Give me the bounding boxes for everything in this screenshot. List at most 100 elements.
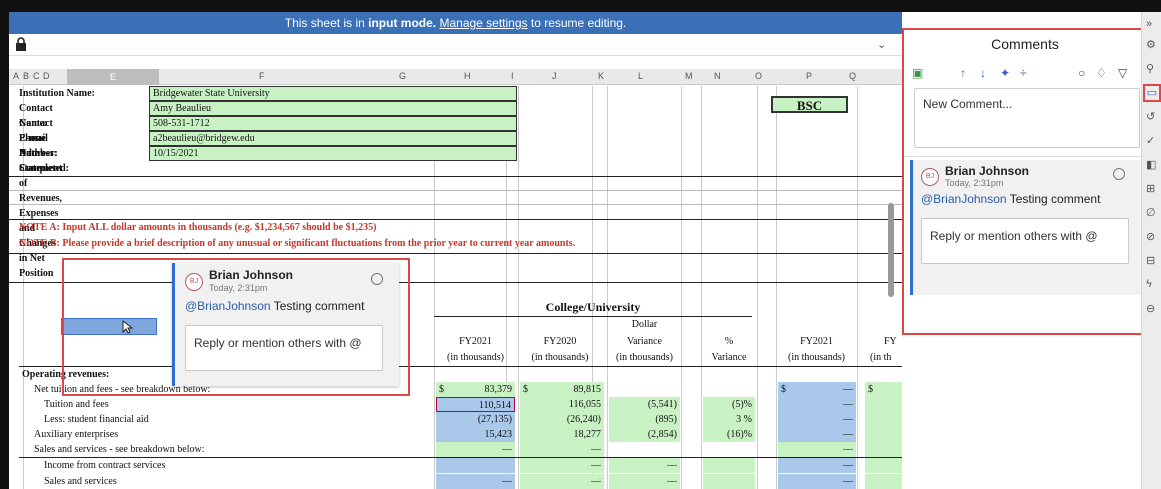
- cell-q[interactable]: [865, 427, 902, 442]
- cell-p[interactable]: —: [778, 442, 856, 457]
- comment-card[interactable]: BJ Brian Johnson Today, 2:31pm @BrianJoh…: [910, 160, 1144, 295]
- bell-icon[interactable]: ♢: [1096, 66, 1107, 80]
- cell-h[interactable]: 15,423: [436, 427, 515, 442]
- cell-q[interactable]: [865, 442, 902, 457]
- expand-icon[interactable]: ✦: [1000, 66, 1010, 80]
- cell-h[interactable]: —: [436, 442, 515, 457]
- vertical-scrollbar[interactable]: [888, 203, 894, 297]
- cell-j[interactable]: $89,815: [520, 382, 604, 397]
- col-f[interactable]: F: [259, 71, 265, 81]
- cell-h[interactable]: [436, 458, 515, 473]
- cell-h[interactable]: —: [436, 474, 515, 489]
- forms-list-icon[interactable]: ⊟: [1146, 254, 1155, 267]
- resolve-icon[interactable]: [371, 273, 383, 285]
- cell-h[interactable]: 110,514: [436, 397, 515, 412]
- institution-field[interactable]: Bridgewater State University: [149, 86, 517, 101]
- resolve-filter-icon[interactable]: ○: [1078, 66, 1085, 80]
- col-a[interactable]: A: [13, 71, 19, 81]
- comment-mention[interactable]: @BrianJohnson: [921, 192, 1007, 206]
- col-j[interactable]: J: [552, 71, 557, 81]
- cell-q[interactable]: $: [865, 382, 902, 397]
- formula-bar[interactable]: ⌄: [9, 34, 902, 56]
- avatar: BJ: [921, 168, 939, 186]
- link-icon[interactable]: ⚲: [1146, 62, 1154, 75]
- col-d[interactable]: D: [43, 71, 50, 81]
- gear-icon[interactable]: ⚙: [1146, 38, 1156, 51]
- cell-j[interactable]: —: [520, 442, 604, 457]
- cell-l[interactable]: —: [609, 458, 680, 473]
- col-q[interactable]: Q: [849, 71, 856, 81]
- manage-settings-link[interactable]: Manage settings: [439, 16, 527, 30]
- cell-n[interactable]: 3 %: [703, 412, 755, 427]
- date-field[interactable]: 10/15/2021: [149, 146, 517, 161]
- comment-mention[interactable]: @BrianJohnson: [185, 299, 271, 313]
- cell-q[interactable]: [865, 458, 902, 473]
- approval-icon[interactable]: ⊘: [1146, 230, 1155, 243]
- col-b[interactable]: B: [23, 71, 29, 81]
- reply-input[interactable]: Reply or mention others with @: [921, 218, 1129, 264]
- gridline: [701, 86, 702, 489]
- col-h[interactable]: H: [464, 71, 471, 81]
- summary-icon[interactable]: ◧: [1146, 158, 1156, 171]
- attachment-icon[interactable]: ∅: [1146, 206, 1156, 219]
- code-field[interactable]: BSC: [771, 96, 848, 113]
- phone-field[interactable]: 508-531-1712: [149, 116, 517, 131]
- cell-n[interactable]: (16)%: [703, 427, 755, 442]
- arrow-up-icon[interactable]: ↑: [960, 66, 966, 80]
- cell-j[interactable]: (26,240): [520, 412, 604, 427]
- dollar-sign: $: [868, 384, 873, 395]
- cell-n[interactable]: (5)%: [703, 397, 755, 412]
- cell-n[interactable]: [703, 474, 755, 489]
- cell-q[interactable]: [865, 397, 902, 412]
- cell-p[interactable]: —: [778, 474, 856, 489]
- cell-j[interactable]: —: [520, 458, 604, 473]
- cell-p[interactable]: —: [778, 458, 856, 473]
- automation-icon[interactable]: ϟ: [1146, 278, 1152, 290]
- cell-j[interactable]: 18,277: [520, 427, 604, 442]
- arrow-down-icon[interactable]: ↓: [980, 66, 986, 80]
- cell-p[interactable]: —: [778, 397, 856, 412]
- date-value: 10/15/2021: [153, 148, 199, 159]
- cell-n[interactable]: [703, 458, 755, 473]
- cell-h[interactable]: (27,135): [436, 412, 515, 427]
- collapse-panel-icon[interactable]: »: [1146, 18, 1152, 30]
- proofing-icon[interactable]: ✓: [1146, 134, 1155, 147]
- col-e[interactable]: E: [67, 69, 159, 85]
- new-comment-input[interactable]: New Comment...: [914, 88, 1140, 148]
- cell-l[interactable]: —: [609, 474, 680, 489]
- form-icon[interactable]: ⊞: [1146, 182, 1155, 195]
- cell-l[interactable]: (5,541): [609, 397, 680, 412]
- cell-j[interactable]: —: [520, 474, 604, 489]
- cell-q[interactable]: [865, 474, 902, 489]
- collapse-icon[interactable]: ÷: [1020, 66, 1027, 80]
- cell-l[interactable]: (895): [609, 412, 680, 427]
- col-k[interactable]: K: [598, 71, 604, 81]
- more-icon[interactable]: ⊖: [1146, 302, 1155, 315]
- cell-q[interactable]: [865, 412, 902, 427]
- cell-p[interactable]: —: [778, 427, 856, 442]
- col-m[interactable]: M: [685, 71, 693, 81]
- col-l[interactable]: L: [638, 71, 643, 81]
- history-icon[interactable]: ↺: [1146, 110, 1155, 123]
- comments-icon[interactable]: ▭: [1143, 84, 1161, 102]
- resolve-icon[interactable]: [1113, 168, 1125, 180]
- gridline: [9, 190, 902, 191]
- col-g[interactable]: G: [399, 71, 406, 81]
- filter-icon[interactable]: ▽: [1118, 66, 1127, 80]
- cell-j[interactable]: 116,055: [520, 397, 604, 412]
- col-p[interactable]: P: [806, 71, 812, 81]
- cell-p[interactable]: —: [778, 412, 856, 427]
- chevron-down-icon[interactable]: ⌄: [877, 38, 886, 51]
- cell-p[interactable]: $ —: [778, 382, 856, 397]
- contact-field[interactable]: Amy Beaulieu: [149, 101, 517, 116]
- cell-l[interactable]: (2,854): [609, 427, 680, 442]
- email-field[interactable]: a2beaulieu@bridgew.edu: [149, 131, 517, 146]
- col-o[interactable]: O: [755, 71, 762, 81]
- comment-popup: BJ Brian Johnson Today, 2:31pm @BrianJoh…: [172, 263, 399, 386]
- reply-input[interactable]: Reply or mention others with @: [185, 325, 383, 371]
- cell-h[interactable]: $83,379: [436, 382, 515, 397]
- col-i[interactable]: I: [511, 71, 514, 81]
- col-n[interactable]: N: [714, 71, 721, 81]
- add-comment-icon[interactable]: ▣: [912, 66, 923, 80]
- col-c[interactable]: C: [33, 71, 40, 81]
